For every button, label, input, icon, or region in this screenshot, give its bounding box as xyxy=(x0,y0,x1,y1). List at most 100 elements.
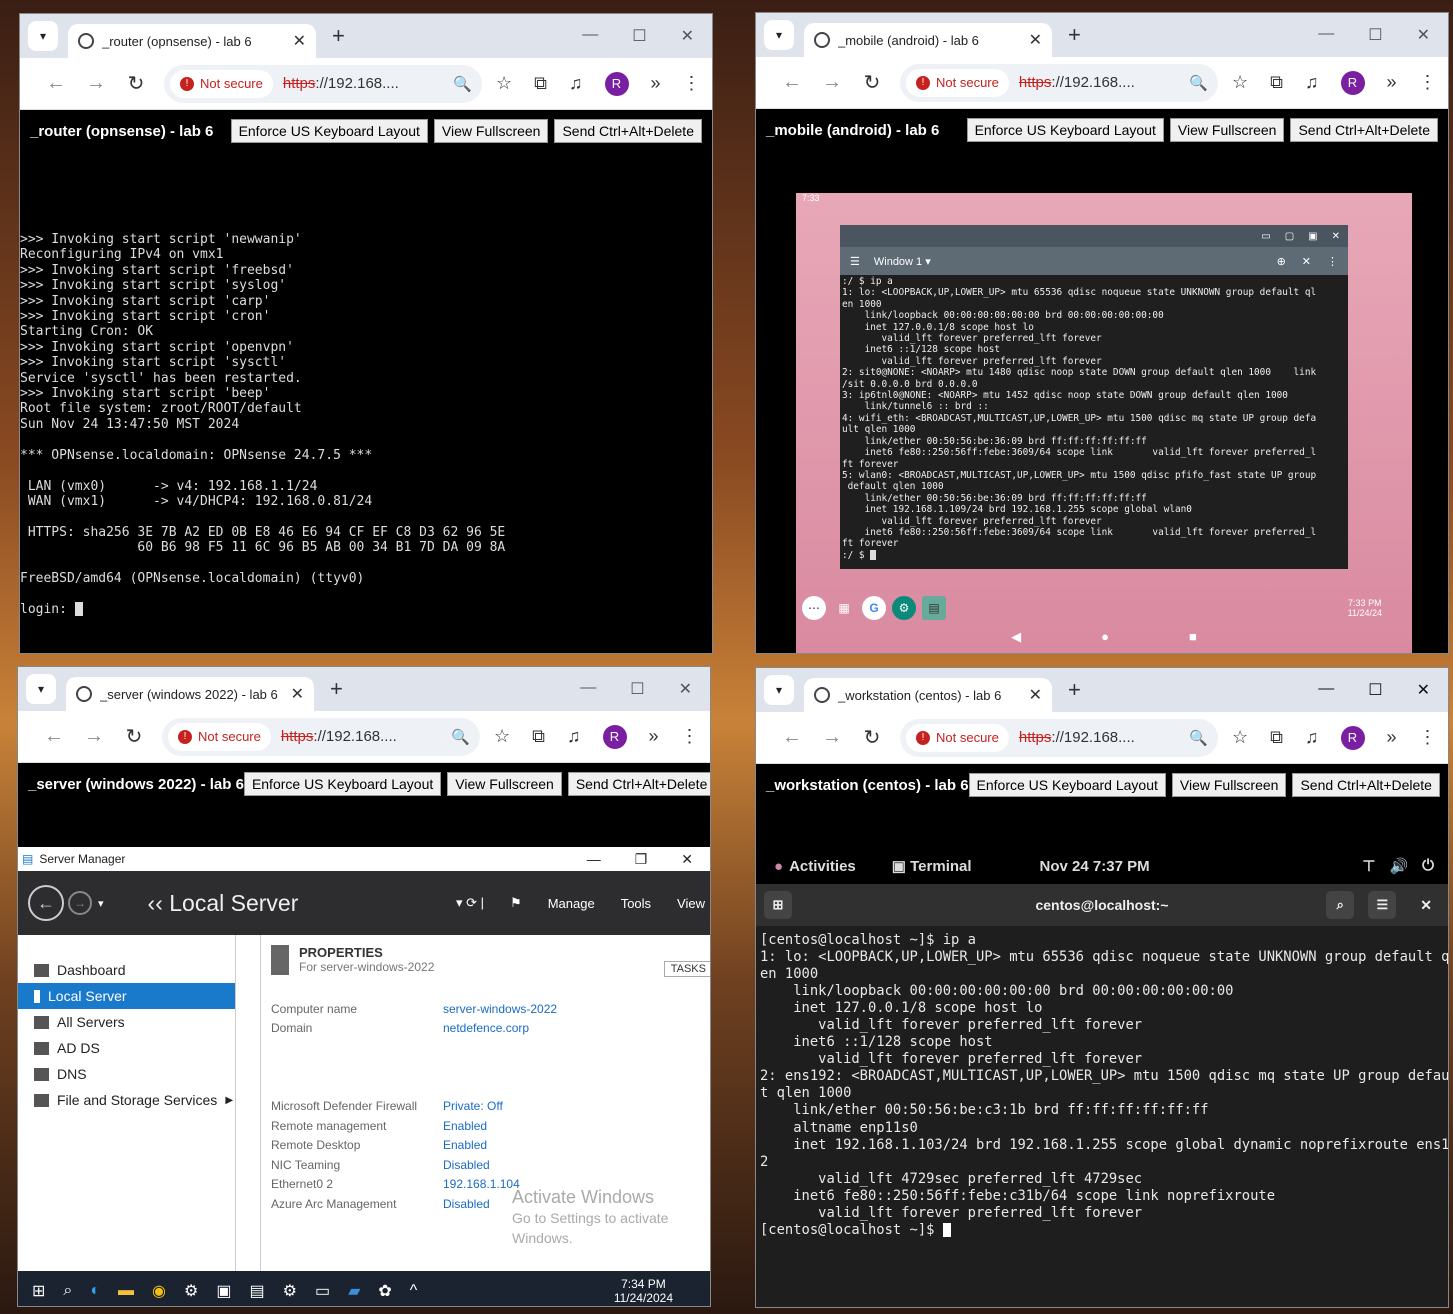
forward-button[interactable]: → xyxy=(812,71,852,94)
not-secure-chip[interactable]: ! Not secure xyxy=(906,68,1009,97)
grid-icon[interactable]: ▦ xyxy=(832,596,856,620)
close-button[interactable]: ✕ xyxy=(681,851,693,868)
ctrl-alt-del-button[interactable]: Send Ctrl+Alt+Delete xyxy=(1290,118,1438,142)
maximize-button[interactable]: ☐ xyxy=(632,26,646,46)
back-nav-icon[interactable]: ◀ xyxy=(1011,629,1021,653)
ctrl-alt-del-button[interactable]: Send Ctrl+Alt+Delete xyxy=(554,119,702,143)
extensions-icon[interactable]: ⧉ xyxy=(532,726,545,747)
prop-link[interactable]: Enabled xyxy=(443,1138,487,1152)
menu-kebab-icon[interactable]: ⋮ xyxy=(1419,72,1437,93)
forward-button[interactable]: → xyxy=(76,72,116,95)
edge-icon[interactable]: ◐ xyxy=(90,1282,100,1300)
maximize-button[interactable]: ☐ xyxy=(1368,25,1382,45)
home-nav-icon[interactable]: ● xyxy=(1101,629,1109,653)
zoom-icon[interactable]: 🔍 xyxy=(451,728,470,746)
profile-avatar[interactable]: R xyxy=(602,724,627,749)
tab-router[interactable]: _router (opnsense) - lab 6 ✕ xyxy=(68,24,316,58)
notifications-flag-icon[interactable]: ⚑ xyxy=(510,895,522,911)
history-dropdown-icon[interactable]: ▾ xyxy=(98,897,104,910)
close-tab-icon[interactable]: ✕ xyxy=(291,684,304,704)
window-selector[interactable]: Window 1 ▾ xyxy=(874,255,931,268)
address-bar[interactable]: ! Not secure https://192.168.... 🔍 xyxy=(900,718,1218,757)
tab-search-button[interactable]: ▾ xyxy=(764,675,794,705)
menu-kebab-icon[interactable]: ⋮ xyxy=(681,726,699,747)
back-button[interactable]: ← xyxy=(772,726,812,749)
sidebar-item-ad-ds[interactable]: AD DS xyxy=(18,1035,235,1061)
zoom-icon[interactable]: 🔍 xyxy=(1189,729,1208,747)
refresh-icon[interactable]: ▾ ⟳ | xyxy=(456,895,484,911)
extensions-icon[interactable]: ⧉ xyxy=(1270,72,1283,93)
new-tab-button[interactable]: + xyxy=(332,23,345,49)
sidebar-item-all-servers[interactable]: All Servers xyxy=(18,1009,235,1035)
sidebar-item-dashboard[interactable]: Dashboard xyxy=(18,957,235,983)
maximize-button[interactable]: ☐ xyxy=(630,679,644,699)
not-secure-chip[interactable]: ! Not secure xyxy=(170,69,273,98)
close-window-button[interactable]: ✕ xyxy=(681,26,694,46)
prop-link[interactable]: 192.168.1.104 xyxy=(443,1177,520,1191)
bookmark-star-icon[interactable]: ☆ xyxy=(496,73,512,94)
close-tab-icon[interactable]: ✕ xyxy=(293,31,306,51)
powershell-icon[interactable]: ▰ xyxy=(348,1281,360,1301)
more-chevron-icon[interactable]: » xyxy=(649,726,659,747)
tasks-dropdown[interactable]: TASKS xyxy=(663,961,710,977)
bookmark-star-icon[interactable]: ☆ xyxy=(1232,727,1248,748)
address-bar[interactable]: ! Not secure https://192.168.... 🔍 xyxy=(900,63,1218,102)
cmd-icon[interactable]: ▭ xyxy=(315,1281,330,1301)
close-icon[interactable]: ✕ xyxy=(1420,891,1432,919)
prop-link[interactable]: server-windows-2022 xyxy=(443,1002,557,1016)
android-terminal-output[interactable]: :/ $ ip a 1: lo: <LOOPBACK,UP,LOWER_UP> … xyxy=(840,275,1348,562)
sidebar-item-dns[interactable]: DNS xyxy=(18,1061,235,1087)
back-button[interactable]: ← xyxy=(36,72,76,95)
close-tab-icon[interactable]: ✕ xyxy=(1029,685,1042,705)
start-button-icon[interactable]: ⊞ xyxy=(32,1281,45,1301)
server-manager-window[interactable]: ▤ Server Manager — ❐ ✕ ← → ▾ ‹‹ Local Server ▾… xyxy=(18,847,710,1306)
bookmark-star-icon[interactable]: ☆ xyxy=(494,726,510,747)
server-manager-taskbar-icon[interactable]: ▤ xyxy=(249,1281,264,1301)
new-tab-button[interactable]: + xyxy=(1068,677,1081,703)
search-icon[interactable]: ⌕ xyxy=(63,1282,72,1300)
terminal-app-window[interactable]: ▭ ▢ ▣ ✕ ☰ Window 1 ▾ ⊕ ✕ ⋮ :/ $ ip a 1: lo: <LO… xyxy=(840,225,1348,569)
address-bar[interactable]: ! Not secure https://192.168.... 🔍 xyxy=(162,717,480,756)
settings-icon[interactable]: ⚙ xyxy=(184,1281,198,1301)
more-chevron-icon[interactable]: » xyxy=(1387,727,1397,748)
reload-button[interactable]: ↻ xyxy=(852,70,892,95)
power-icon[interactable]: ⏻ xyxy=(1422,857,1434,875)
ctrl-alt-del-button[interactable]: Send Ctrl+Alt+Delete xyxy=(567,772,710,796)
hamburger-menu-icon[interactable]: ☰ xyxy=(1368,891,1397,919)
tray-chevron-icon[interactable]: ^ xyxy=(410,1282,418,1300)
terminal-app-icon[interactable]: ▤ xyxy=(922,596,946,620)
tab-workstation[interactable]: _workstation (centos) - lab 6 ✕ xyxy=(804,678,1052,712)
back-button[interactable]: ← xyxy=(34,725,74,748)
prop-link[interactable]: Enabled xyxy=(443,1119,487,1133)
minimize-button[interactable]: — xyxy=(587,851,601,868)
maximize-icon[interactable]: ▣ xyxy=(1308,231,1317,242)
prop-link[interactable]: netdefence.corp xyxy=(443,1021,529,1035)
file-explorer-icon[interactable]: ▬ xyxy=(118,1282,134,1300)
tab-search-button[interactable]: ▾ xyxy=(26,674,56,704)
extensions-icon[interactable]: ⧉ xyxy=(1270,727,1283,748)
address-bar[interactable]: ! Not secure https://192.168.... 🔍 xyxy=(164,64,482,103)
new-tab-button[interactable]: + xyxy=(1068,22,1081,48)
recents-nav-icon[interactable]: ■ xyxy=(1189,629,1197,653)
close-window-button[interactable]: ✕ xyxy=(1417,25,1430,45)
new-tab-button[interactable]: + xyxy=(330,676,343,702)
terminal-output[interactable]: [centos@localhost ~]$ ip a 1: lo: <LOOPB… xyxy=(756,926,1448,1245)
activities-button[interactable]: ● Activities xyxy=(774,858,856,875)
profile-avatar[interactable]: R xyxy=(1340,70,1365,95)
close-icon[interactable]: ✕ xyxy=(1332,231,1340,242)
prop-link[interactable]: Private: Off xyxy=(443,1099,503,1113)
tab-search-button[interactable]: ▾ xyxy=(28,21,58,51)
prop-link[interactable]: Disabled xyxy=(443,1158,490,1172)
back-button[interactable]: ← xyxy=(772,71,812,94)
restore-icon[interactable]: ▢ xyxy=(1285,231,1294,242)
chrome-icon[interactable]: ◉ xyxy=(152,1281,166,1301)
ctrl-alt-del-button[interactable]: Send Ctrl+Alt+Delete xyxy=(1292,773,1440,797)
network-icon[interactable]: ▣ xyxy=(216,1281,231,1301)
enforce-keyboard-button[interactable]: Enforce US Keyboard Layout xyxy=(968,773,1166,797)
network-icon[interactable]: ⊤ xyxy=(1362,857,1375,875)
menu-kebab-icon[interactable]: ⋮ xyxy=(683,73,701,94)
google-icon[interactable]: G xyxy=(862,596,886,620)
more-chevron-icon[interactable]: » xyxy=(651,73,661,94)
not-secure-chip[interactable]: ! Not secure xyxy=(168,722,271,751)
extensions-icon[interactable]: ⧉ xyxy=(534,73,547,94)
